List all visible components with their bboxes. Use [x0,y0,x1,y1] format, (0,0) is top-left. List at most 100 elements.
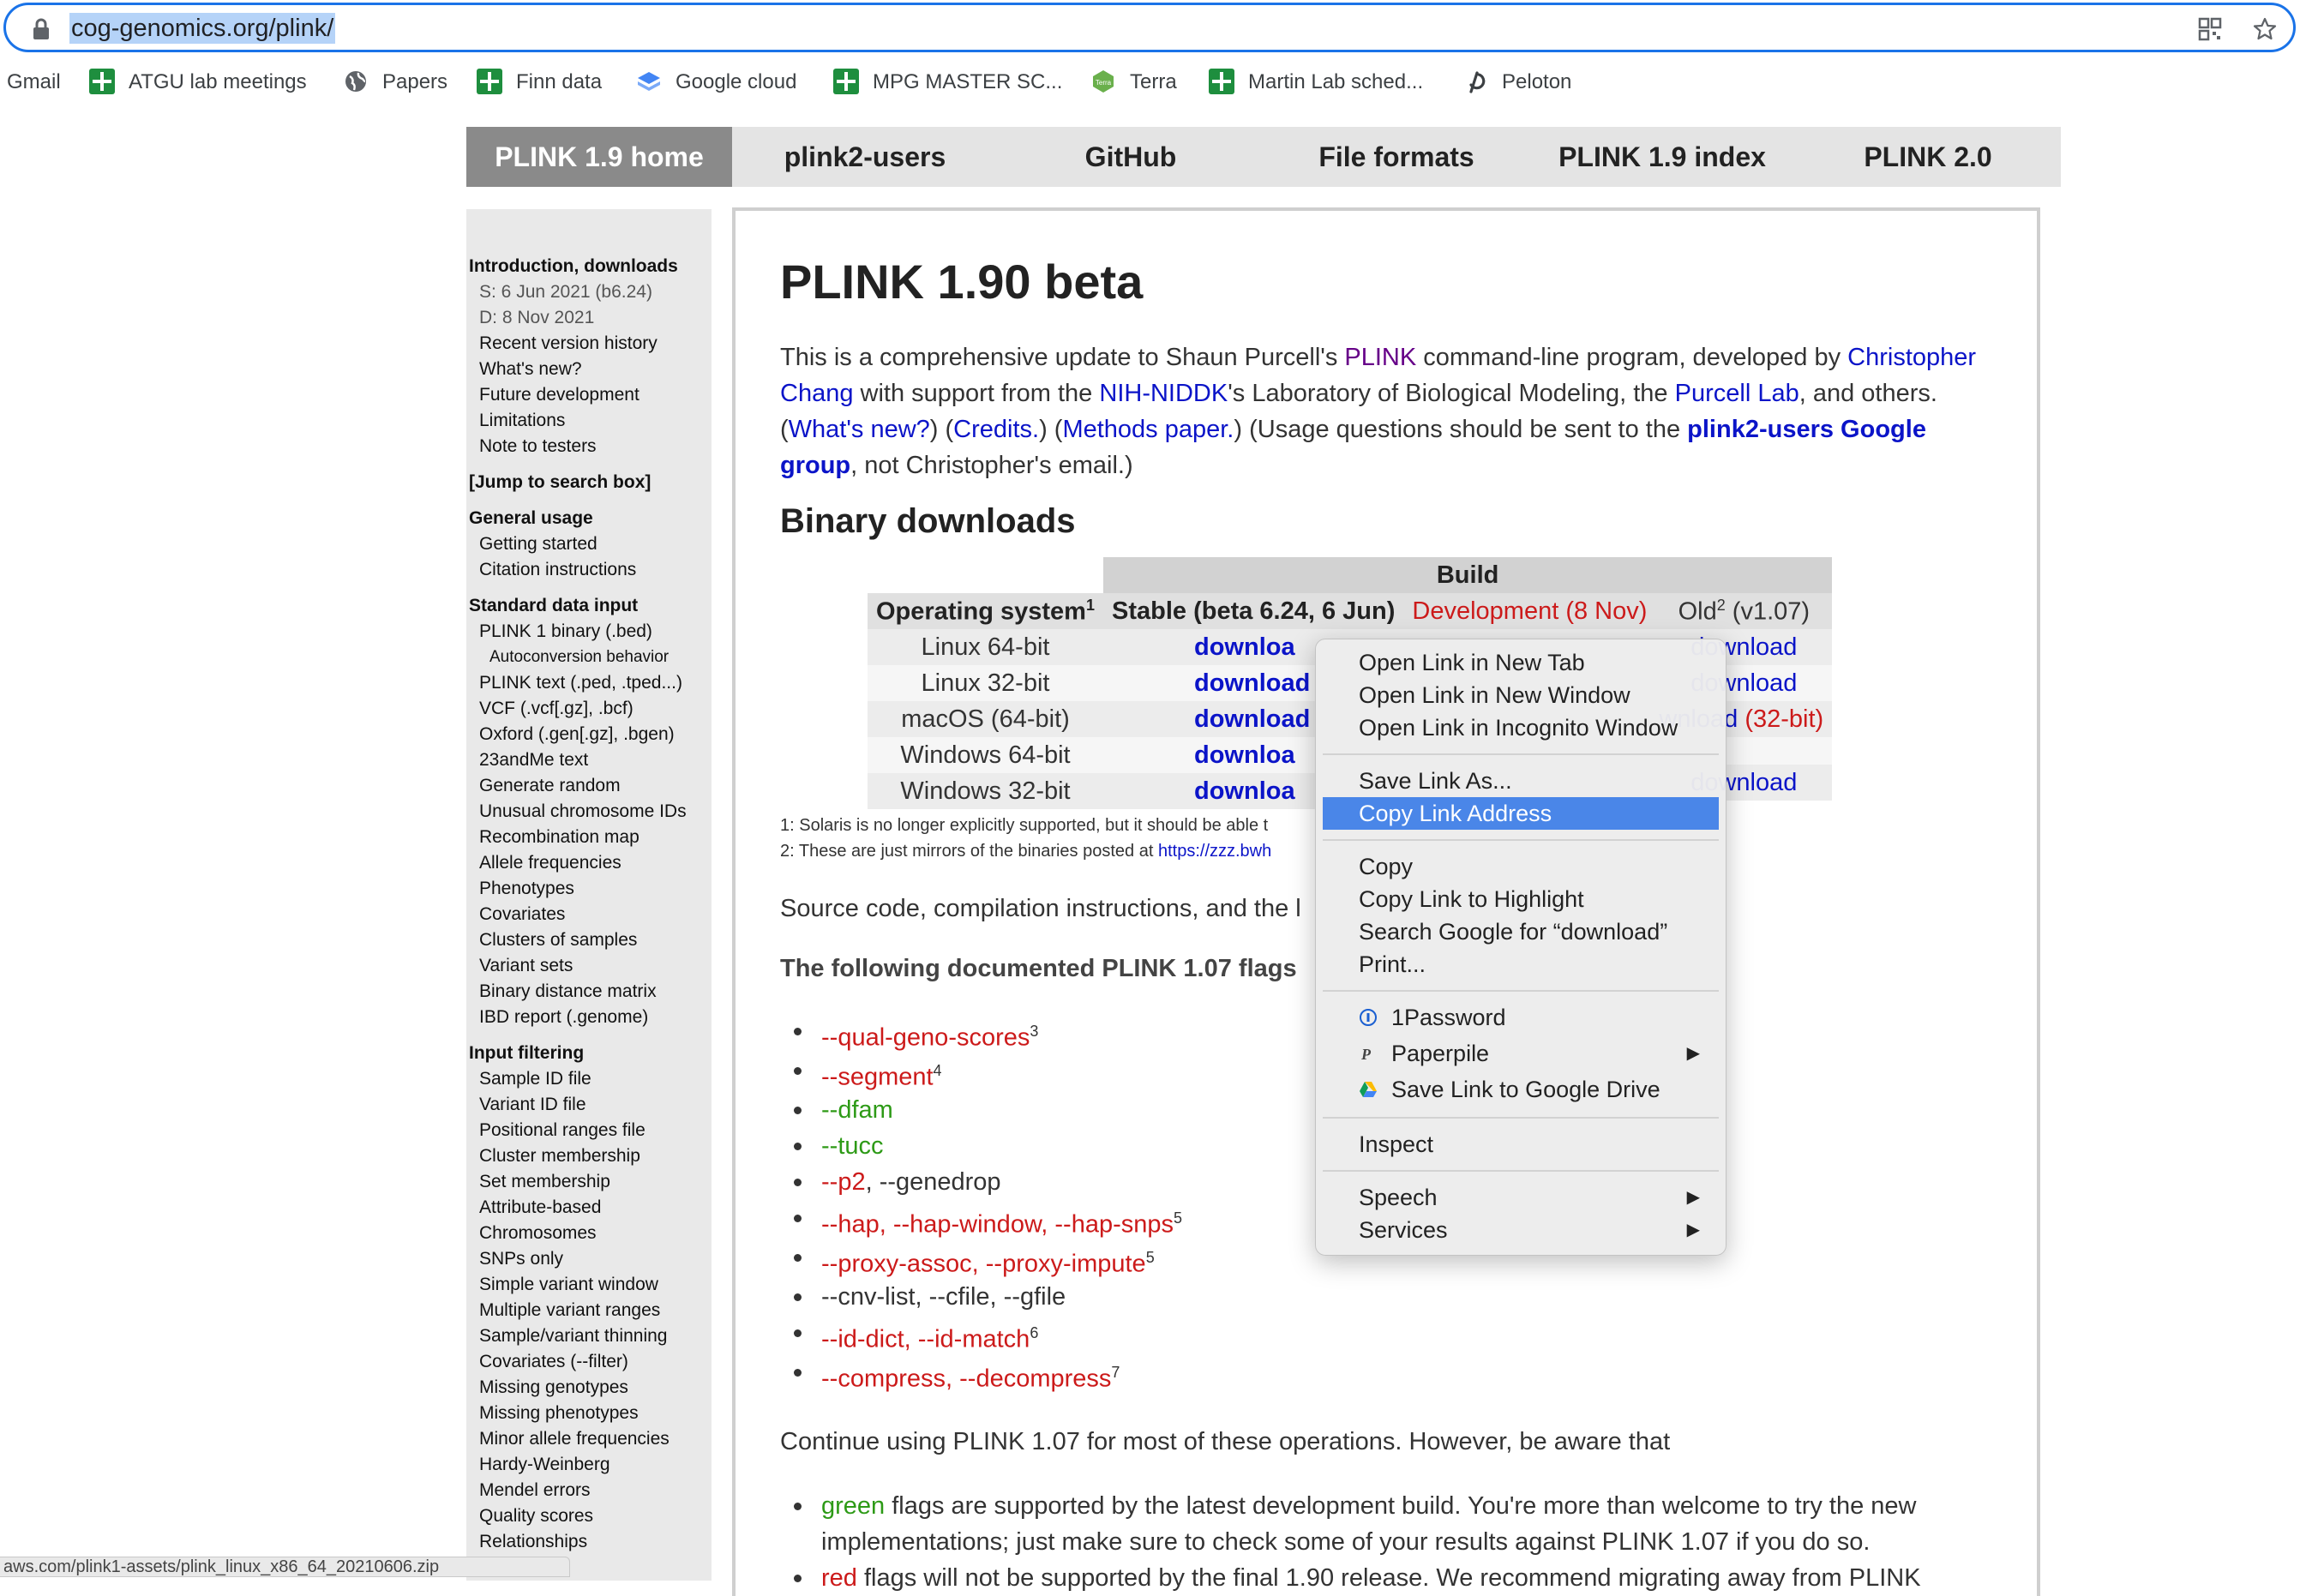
continue-line: Continue using PLINK 1.07 for most of th… [780,1428,1671,1455]
link-purcell-lab[interactable]: Purcell Lab [1675,380,1799,407]
sidebar-item[interactable]: 23andMe text [469,747,712,773]
menu-1password[interactable]: 1Password [1323,1001,1719,1034]
sidebar-item[interactable]: Unusual chromosome IDs [469,799,712,825]
menu-copy[interactable]: Copy [1323,850,1719,883]
flag-item: --qual-geno-scores3 [793,1013,1182,1052]
sidebar-item[interactable]: Attribute-based [469,1195,712,1221]
menu-open-incognito[interactable]: Open Link in Incognito Window [1323,711,1719,744]
nav-github[interactable]: GitHub [998,127,1264,187]
bookmark-finn[interactable]: Finn data [477,67,602,98]
menu-search-google[interactable]: Search Google for “download” [1323,915,1719,948]
sidebar-item[interactable]: Phenotypes [469,876,712,902]
bookmark-atgu[interactable]: ATGU lab meetings [89,67,307,98]
sidebar-item[interactable]: SNPs only [469,1246,712,1272]
link-plink[interactable]: PLINK [1344,344,1416,371]
footnote-2-link[interactable]: https://zzz.bwh [1158,842,1271,861]
bookmark-mpg[interactable]: MPG MASTER SC... [833,67,1062,98]
sidebar-item[interactable]: Variant sets [469,953,712,979]
sidebar-item[interactable]: Allele frequencies [469,850,712,876]
address-bar[interactable]: cog-genomics.org/plink/ [3,3,2296,52]
sheets-icon [89,68,115,94]
sidebar-item[interactable]: Recombination map [469,825,712,850]
menu-save-link-as[interactable]: Save Link As... [1323,765,1719,797]
bookmark-papers[interactable]: Papers [343,67,447,98]
menu-services[interactable]: Services ▶ [1323,1214,1719,1246]
flags-list: --qual-geno-scores3 --segment4 --dfam --… [793,1013,1182,1393]
bookmark-martin-lab[interactable]: Martin Lab sched... [1209,67,1423,98]
sidebar-item[interactable]: Minor allele frequencies [469,1426,712,1452]
menu-copy-link-highlight[interactable]: Copy Link to Highlight [1323,883,1719,915]
sidebar-item[interactable]: Set membership [469,1169,712,1195]
sidebar-item[interactable]: PLINK text (.ped, .tped...) [469,670,712,696]
menu-speech[interactable]: Speech ▶ [1323,1181,1719,1214]
sidebar-item[interactable]: Missing phenotypes [469,1401,712,1426]
flag-item: --compress, --decompress7 [793,1354,1182,1393]
cloud-icon [638,71,660,91]
sidebar-item[interactable]: Chromosomes [469,1221,712,1246]
sidebar-item[interactable]: Clusters of samples [469,927,712,953]
nav-plink2-users[interactable]: plink2-users [732,127,998,187]
sidebar-intro-downloads[interactable]: Introduction, downloads [469,254,712,279]
nav-file-formats[interactable]: File formats [1264,127,1529,187]
sidebar-item[interactable]: IBD report (.genome) [469,1005,712,1030]
nav-plink20[interactable]: PLINK 2.0 [1795,127,2061,187]
sidebar-item[interactable]: Covariates [469,902,712,927]
sidebar-item[interactable]: Sample ID file [469,1066,712,1092]
sidebar-item[interactable]: Positional ranges file [469,1118,712,1143]
menu-print[interactable]: Print... [1323,948,1719,981]
sidebar-general-usage[interactable]: General usage [469,506,712,531]
sidebar-item[interactable]: VCF (.vcf[.gz], .bcf) [469,696,712,722]
bookmark-peloton[interactable]: Peloton [1462,67,1571,98]
sidebar-item[interactable]: Variant ID file [469,1092,712,1118]
sidebar-item[interactable]: Getting started [469,531,712,557]
bookmark-google-cloud[interactable]: Google cloud [636,67,796,98]
sidebar-item[interactable]: Multiple variant ranges [469,1298,712,1323]
sidebar-item[interactable]: Quality scores [469,1503,712,1529]
menu-save-google-drive[interactable]: Save Link to Google Drive [1323,1073,1719,1106]
menu-divider [1323,753,1719,755]
sidebar-item[interactable]: Cluster membership [469,1143,712,1169]
bookmark-gmail[interactable]: Gmail [7,67,61,98]
menu-paperpile[interactable]: P Paperpile ▶ [1323,1037,1719,1070]
sidebar-jump-search[interactable]: [Jump to search box] [469,470,712,495]
sidebar-item[interactable]: PLINK 1 binary (.bed) [469,619,712,645]
menu-inspect[interactable]: Inspect [1323,1128,1719,1161]
intro-text: 's Laboratory of Biological Modeling, th… [1228,380,1675,407]
menu-open-new-window[interactable]: Open Link in New Window [1323,679,1719,711]
sidebar-item[interactable]: Relationships [469,1529,712,1555]
link-whats-new[interactable]: What's new? [789,416,930,443]
sidebar-item[interactable]: Recent version history [469,331,712,357]
intro-text: This is a comprehensive update to Shaun … [780,344,1345,371]
sidebar-item[interactable]: Mendel errors [469,1478,712,1503]
link-methods-paper[interactable]: Methods paper. [1062,416,1234,443]
sidebar-item[interactable]: Note to testers [469,434,712,459]
star-icon[interactable] [2252,16,2278,42]
paperpile-icon: P [1360,1046,1372,1063]
link-nih-niddk[interactable]: NIH-NIDDK [1099,380,1228,407]
nav-plink19-home[interactable]: PLINK 1.9 home [466,127,732,187]
link-credits[interactable]: Credits. [953,416,1039,443]
sidebar-item[interactable]: Hardy-Weinberg [469,1452,712,1478]
sidebar-item[interactable]: Citation instructions [469,557,712,583]
sidebar-item[interactable]: Binary distance matrix [469,979,712,1005]
nav-plink19-index[interactable]: PLINK 1.9 index [1529,127,1795,187]
sidebar-item[interactable]: Missing genotypes [469,1375,712,1401]
submenu-arrow-icon: ▶ [1686,1221,1700,1239]
sidebar-input-filtering[interactable]: Input filtering [469,1041,712,1066]
menu-divider [1323,839,1719,841]
sidebar-item[interactable]: What's new? [469,357,712,382]
sidebar-item[interactable]: Generate random [469,773,712,799]
qr-code-icon[interactable] [2197,16,2223,42]
menu-copy-link-address[interactable]: Copy Link Address [1323,797,1719,830]
sidebar-item[interactable]: Future development [469,382,712,408]
url-text[interactable]: cog-genomics.org/plink/ [69,13,336,44]
sidebar-item[interactable]: Sample/variant thinning [469,1323,712,1349]
sidebar-item[interactable]: Oxford (.gen[.gz], .bgen) [469,722,712,747]
sidebar-standard-input[interactable]: Standard data input [469,593,712,619]
sidebar-item[interactable]: Limitations [469,408,712,434]
sidebar-item[interactable]: Covariates (--filter) [469,1349,712,1375]
sidebar-subitem[interactable]: Autoconversion behavior [469,645,712,670]
bookmark-terra[interactable]: Terra Terra [1090,67,1177,98]
sidebar-item[interactable]: Simple variant window [469,1272,712,1298]
menu-open-new-tab[interactable]: Open Link in New Tab [1323,646,1719,679]
